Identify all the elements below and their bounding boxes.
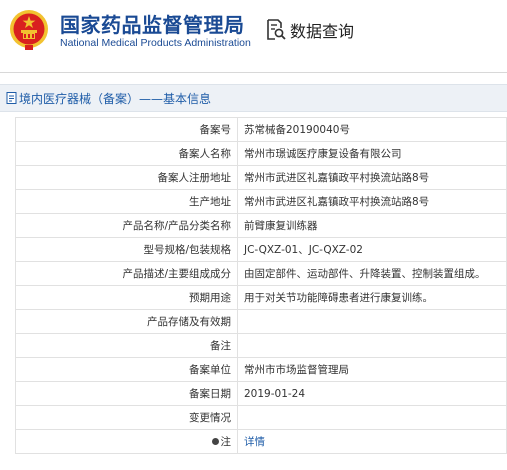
dot-icon <box>211 438 219 445</box>
table-row: 产品名称/产品分类名称 前臂康复训练器 <box>15 213 507 238</box>
row-label: 产品存储及有效期 <box>15 309 238 334</box>
row-value <box>237 333 507 358</box>
row-value: 用于对关节功能障碍患者进行康复训练。 <box>237 285 507 310</box>
section-title: 境内医疗器械（备案）——基本信息 <box>19 91 212 106</box>
row-value: 常州市市场监督管理局 <box>237 357 507 382</box>
site-subtitle: National Medical Products Administration <box>60 37 251 49</box>
row-label: 备案日期 <box>15 381 238 406</box>
row-value: 常州市武进区礼嘉镇政平村换流站路8号 <box>237 165 507 190</box>
row-label: 变更情况 <box>15 405 238 430</box>
table-row: 备案日期 2019-01-24 <box>15 381 507 406</box>
table-row: 备案人注册地址 常州市武进区礼嘉镇政平村换流站路8号 <box>15 165 507 190</box>
table-row: 生产地址 常州市武进区礼嘉镇政平村换流站路8号 <box>15 189 507 214</box>
header-divider <box>0 72 507 73</box>
row-value: 苏常械备20190040号 <box>237 117 507 142</box>
row-value: 前臂康复训练器 <box>237 213 507 238</box>
section-header: 境内医疗器械（备案）——基本信息 <box>0 84 507 112</box>
document-search-icon <box>267 19 286 40</box>
row-value: 2019-01-24 <box>237 381 507 406</box>
site-header: 国家药品监督管理局 National Medical Products Admi… <box>0 0 507 62</box>
row-value: 由固定部件、运动部件、升降装置、控制装置组成。 <box>237 261 507 286</box>
row-label: 型号规格/包装规格 <box>15 237 238 262</box>
row-label: 产品名称/产品分类名称 <box>15 213 238 238</box>
row-label: 备注 <box>15 333 238 358</box>
row-value: JC-QXZ-01、JC-QXZ-02 <box>237 237 507 262</box>
table-row: 产品描述/主要组成成分 由固定部件、运动部件、升降装置、控制装置组成。 <box>15 261 507 286</box>
table-row: 备案单位 常州市市场监督管理局 <box>15 357 507 382</box>
table-row: 备注 <box>15 333 507 358</box>
table-row: 备案号 苏常械备20190040号 <box>15 117 507 142</box>
note-label-cell: 注 <box>15 429 238 454</box>
row-label: 备案人注册地址 <box>15 165 238 190</box>
row-label: 备案单位 <box>15 357 238 382</box>
row-value <box>237 405 507 430</box>
row-label: 产品描述/主要组成成分 <box>15 261 238 286</box>
table-row: 备案人名称 常州市璟诚医疗康复设备有限公司 <box>15 141 507 166</box>
table-row: 型号规格/包装规格 JC-QXZ-01、JC-QXZ-02 <box>15 237 507 262</box>
row-value: 常州市武进区礼嘉镇政平村换流站路8号 <box>237 189 507 214</box>
data-query-label: 数据查询 <box>290 22 355 41</box>
table-row: 注 详情 <box>15 429 507 454</box>
row-label: 预期用途 <box>15 285 238 310</box>
table-row: 产品存储及有效期 <box>15 309 507 334</box>
row-label: 生产地址 <box>15 189 238 214</box>
data-query-link[interactable]: 数据查询 <box>266 18 354 42</box>
table-row: 预期用途 用于对关节功能障碍患者进行康复训练。 <box>15 285 507 310</box>
national-emblem-icon <box>10 10 48 50</box>
row-value: 常州市璟诚医疗康复设备有限公司 <box>237 141 507 166</box>
table-row: 变更情况 <box>15 405 507 430</box>
row-label: 注 <box>220 436 232 448</box>
row-value <box>237 309 507 334</box>
row-label: 备案号 <box>15 117 238 142</box>
details-link[interactable]: 详情 <box>237 429 507 454</box>
site-title: 国家药品监督管理局 <box>60 13 245 37</box>
row-label: 备案人名称 <box>15 141 238 166</box>
document-icon <box>6 92 17 104</box>
basic-info-table: 备案号 苏常械备20190040号 备案人名称 常州市璟诚医疗康复设备有限公司 … <box>15 117 507 454</box>
